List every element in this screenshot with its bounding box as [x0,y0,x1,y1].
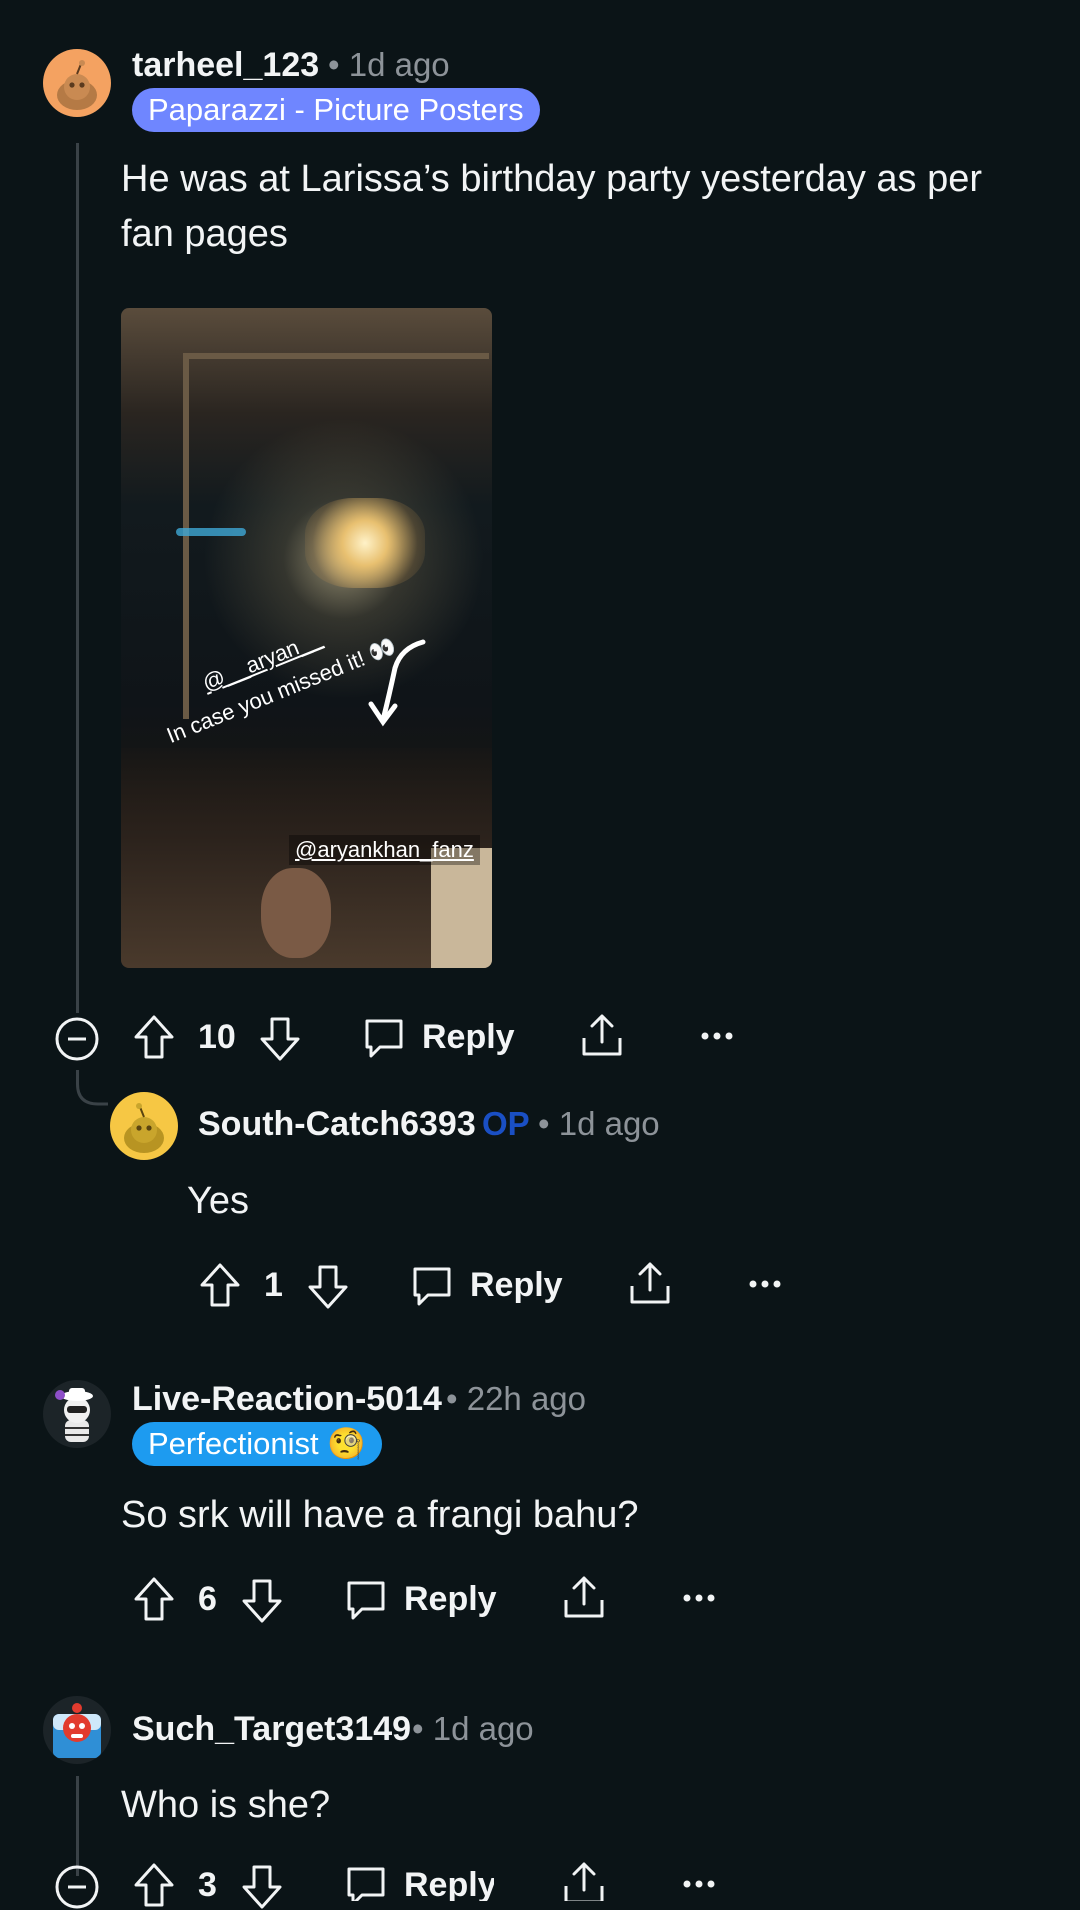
reply-button[interactable]: Reply [410,1262,563,1312]
share-icon[interactable] [562,1574,606,1622]
comment-timestamp: • 1d ago [538,1105,660,1142]
comment-timestamp: • 1d ago [412,1710,534,1747]
upvote-arrow-icon[interactable] [198,1262,242,1308]
upvote-arrow-icon[interactable] [132,1862,176,1908]
comment-body: Yes [187,1180,249,1222]
collapse-minus-icon[interactable] [54,1864,100,1910]
comment-username[interactable]: Live-Reaction-5014 [132,1380,442,1419]
more-dots-icon[interactable] [682,1874,716,1894]
reply-label: Reply [470,1266,563,1304]
downvote-arrow-icon[interactable] [306,1264,350,1310]
vote-count: 10 [198,1018,236,1056]
vote-count: 6 [198,1580,217,1618]
image-watermark: @aryankhan_fanz [289,835,480,865]
snoo-avatar-icon [57,60,97,110]
share-icon[interactable] [562,1860,606,1901]
snoo-avatar-icon [55,1388,93,1442]
comment-timestamp: • 1d ago [328,46,450,83]
collapse-minus-icon[interactable] [54,1016,100,1062]
downvote-arrow-icon[interactable] [240,1864,284,1910]
comment-username[interactable]: Such_Target3149 [132,1710,411,1749]
comment-username[interactable]: tarheel_123 [132,46,319,85]
person-face [261,868,331,958]
avatar[interactable] [110,1092,178,1160]
comment-body: He was at Larissa’s birthday party yeste… [121,158,983,255]
thread-line[interactable] [76,1776,79,1876]
comment-body: Who is she? [121,1784,331,1826]
vote-count: 3 [198,1866,217,1904]
reply-label: Reply [404,1866,494,1901]
more-dots-icon[interactable] [748,1274,782,1294]
more-dots-icon[interactable] [700,1026,734,1046]
vote-count: 1 [264,1266,283,1304]
city-lights [176,528,246,536]
user-flair: Perfectionist 🧐 [132,1422,382,1466]
reply-button[interactable]: Reply [344,1576,497,1626]
snoo-avatar-icon [124,1103,164,1153]
share-icon[interactable] [628,1260,672,1308]
op-badge: OP [482,1105,530,1142]
snoo-avatar-icon [53,1703,101,1758]
comment-username[interactable]: South-Catch6393 [198,1105,476,1144]
user-flair: Paparazzi - Picture Posters [132,88,540,132]
upvote-arrow-icon[interactable] [132,1014,176,1060]
upvote-arrow-icon[interactable] [132,1576,176,1622]
avatar[interactable] [43,1696,111,1764]
comment-body: So srk will have a frangi bahu? [121,1494,639,1536]
speech-bubble-icon [347,1867,385,1901]
downvote-arrow-icon[interactable] [258,1016,302,1062]
reply-label: Reply [404,1580,497,1618]
story-arrow-icon [368,639,426,727]
comment-image[interactable]: @__aryan__ In case you missed it! 👀 @ary… [121,308,492,968]
chandelier [305,498,425,588]
speech-bubble-icon [413,1267,451,1306]
avatar[interactable] [43,49,111,117]
speech-bubble-icon [365,1019,403,1058]
share-icon[interactable] [580,1012,624,1060]
comment-timestamp: • 22h ago [446,1380,587,1417]
thread-line[interactable] [76,143,79,1013]
reply-button[interactable]: Reply [344,1862,494,1901]
speech-bubble-icon [347,1581,385,1620]
avatar[interactable] [43,1380,111,1448]
downvote-arrow-icon[interactable] [240,1578,284,1624]
more-dots-icon[interactable] [682,1588,716,1608]
person-shirt [431,848,492,968]
reply-label: Reply [422,1018,515,1056]
reply-button[interactable]: Reply [362,1014,515,1064]
